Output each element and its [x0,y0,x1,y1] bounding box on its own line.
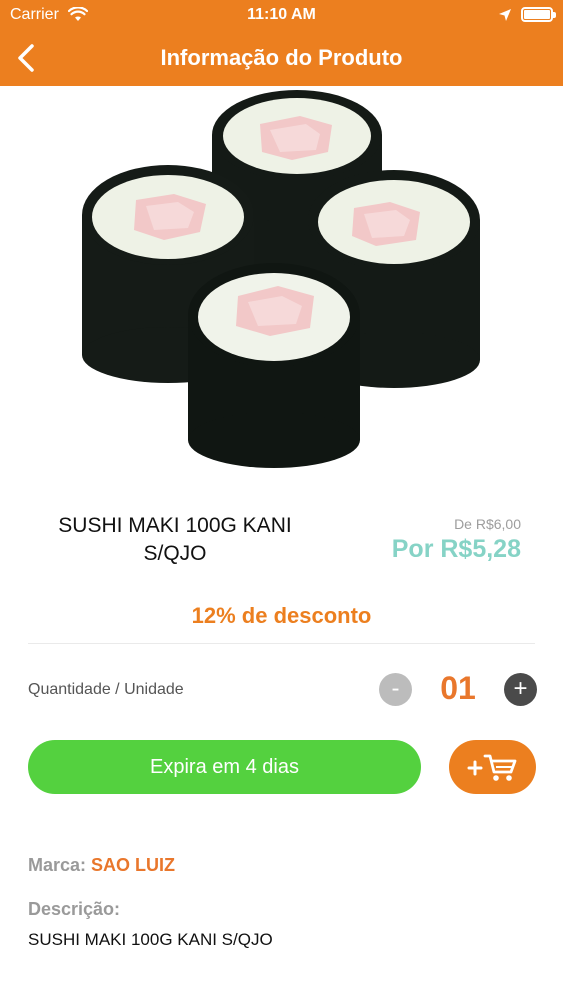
quantity-label: Quantidade / Unidade [28,681,184,698]
quantity-decrement-button[interactable]: - [379,673,412,706]
product-image [70,90,495,475]
product-name: SUSHI MAKI 100G KANI S/QJO [58,514,292,565]
old-price: De R$6,00 [454,516,521,532]
brand-row: Marca: SAO LUIZ [28,855,175,876]
add-to-cart-button[interactable] [449,740,536,794]
location-arrow-icon [498,8,512,27]
new-price: Por R$5,28 [391,535,521,563]
nav-bar: Informação do Produto [0,30,563,86]
brand-value: SAO LUIZ [91,855,176,875]
discount-label: 12% de desconto [191,603,372,628]
quantity-value: 01 [440,670,476,706]
divider [28,643,535,644]
description-label: Descrição: [28,899,121,919]
add-to-cart-icon [467,754,517,781]
quantity-increment-button[interactable]: + [504,673,537,706]
battery-icon [521,7,556,22]
page-title: Informação do Produto [160,45,403,70]
clock: 11:10 AM [247,6,316,23]
expire-button[interactable]: Expira em 4 dias [28,740,421,794]
description-text: SUSHI MAKI 100G KANI S/QJO [28,930,273,949]
brand-label: Marca: [28,855,87,875]
status-bar: Carrier 11:10 AM [0,0,563,30]
